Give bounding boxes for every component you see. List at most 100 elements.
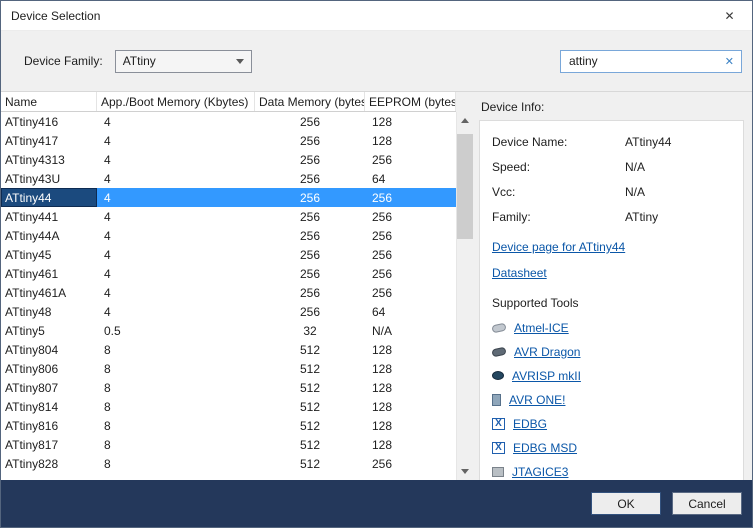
device-family-value: ATtiny: [122, 54, 156, 68]
table-row[interactable]: ATtiny48 4 256 64: [1, 302, 456, 321]
supported-tool-link[interactable]: EDBG: [513, 417, 547, 431]
table-row[interactable]: ATtiny814 8 512 128: [1, 397, 456, 416]
device-family-select[interactable]: ATtiny: [114, 49, 252, 73]
device-links: Device page for ATtiny44 Datasheet: [492, 240, 735, 280]
supported-tool-link[interactable]: Atmel-ICE: [514, 321, 569, 335]
table-row[interactable]: ATtiny804 8 512 128: [1, 340, 456, 359]
table-row[interactable]: ATtiny461A 4 256 256: [1, 283, 456, 302]
app-boot-memory-cell: 4: [104, 285, 111, 300]
supported-tool-link[interactable]: AVRISP mkII: [512, 369, 581, 383]
device-info-field-value: N/A: [625, 160, 646, 174]
eeprom-cell: 256: [372, 228, 393, 243]
device-name-cell: ATtiny43U: [5, 171, 61, 186]
scroll-up-button[interactable]: [457, 112, 473, 129]
eeprom-cell: 256: [372, 247, 393, 262]
device-selection-dialog: Device Selection ✕ Device Family: ATtiny…: [0, 0, 753, 528]
device-name-cell: ATtiny48: [5, 304, 52, 319]
table-scrollbar[interactable]: [456, 112, 473, 480]
app-boot-memory-cell: 4: [104, 171, 111, 186]
eeprom-cell: 64: [372, 304, 386, 319]
scroll-down-icon: [461, 469, 469, 474]
eeprom-cell: N/A: [372, 323, 393, 338]
table-row[interactable]: ATtiny43U 4 256 64: [1, 169, 456, 188]
supported-tool-item: JTAGICE3: [492, 464, 735, 479]
table-row[interactable]: ATtiny44A 4 256 256: [1, 226, 456, 245]
cancel-button[interactable]: Cancel: [672, 492, 742, 515]
device-info-field-value: ATtiny44: [625, 135, 672, 149]
scroll-down-button[interactable]: [457, 463, 473, 480]
supported-tool-link[interactable]: AVR Dragon: [514, 345, 580, 359]
data-memory-cell: 512: [299, 361, 321, 376]
app-boot-memory-cell: 4: [104, 152, 111, 167]
device-name-cell: ATtiny45: [5, 247, 52, 262]
app-boot-memory-cell: 8: [104, 361, 111, 376]
column-header[interactable]: EEPROM (bytes): [365, 92, 456, 111]
table-row[interactable]: ATtiny441 4 256 256: [1, 207, 456, 226]
table-row[interactable]: ATtiny45 4 256 256: [1, 245, 456, 264]
scrollbar-thumb[interactable]: [457, 134, 473, 239]
column-header[interactable]: Data Memory (bytes): [255, 92, 365, 111]
data-memory-cell: 256: [299, 171, 321, 186]
device-name-cell: ATtiny804: [5, 342, 59, 357]
table-row[interactable]: ATtiny417 4 256 128: [1, 131, 456, 150]
device-info-title: Device Info:: [481, 100, 545, 114]
ok-button[interactable]: OK: [591, 492, 661, 515]
app-boot-memory-cell: 4: [104, 266, 111, 281]
eeprom-cell: 128: [372, 418, 393, 433]
data-memory-cell: 512: [299, 437, 321, 452]
data-memory-cell: 256: [299, 114, 321, 129]
device-name-cell: ATtiny816: [5, 418, 59, 433]
table-row[interactable]: ATtiny806 8 512 128: [1, 359, 456, 378]
footer: OK Cancel: [1, 480, 752, 527]
supported-tool-link[interactable]: AVR ONE!: [509, 393, 565, 407]
data-memory-cell: 512: [299, 380, 321, 395]
table-row[interactable]: ATtiny828 8 512 256: [1, 454, 456, 473]
eeprom-cell: 256: [372, 456, 393, 471]
column-header[interactable]: Name: [1, 92, 97, 111]
eeprom-cell: 256: [372, 266, 393, 281]
app-boot-memory-cell: 0.5: [104, 323, 121, 338]
supported-tool-link[interactable]: JTAGICE3: [512, 465, 568, 479]
table-row[interactable]: ATtiny44 4 256 256: [1, 188, 456, 207]
device-table: Name App./Boot Memory (Kbytes) Data Memory…: [1, 92, 456, 480]
device-info-fields: Device Name: ATtiny44 Speed: N/A Vcc: N/A Fami…: [492, 135, 735, 224]
table-row[interactable]: ATtiny416 4 256 128: [1, 112, 456, 131]
clear-search-icon[interactable]: ✕: [723, 55, 736, 68]
table-body: ATtiny416 4 256 128 ATtiny417 4 256 128 ATtiny43…: [1, 112, 456, 480]
device-name-cell: ATtiny807: [5, 380, 59, 395]
device-name-cell: ATtiny806: [5, 361, 59, 376]
table-row[interactable]: ATtiny816 8 512 128: [1, 416, 456, 435]
data-memory-cell: 256: [299, 285, 321, 300]
device-name-cell: ATtiny417: [5, 133, 59, 148]
supported-tool-item: AVR Dragon: [491, 344, 735, 359]
chevron-down-icon: [235, 58, 244, 64]
supported-tool-item: EDBG: [492, 416, 735, 431]
table-row[interactable]: ATtiny817 8 512 128: [1, 435, 456, 454]
supported-tool-item: Atmel-ICE: [491, 320, 735, 335]
app-boot-memory-cell: 4: [104, 209, 111, 224]
device-name-cell: ATtiny817: [5, 437, 59, 452]
table-row[interactable]: ATtiny461 4 256 256: [1, 264, 456, 283]
search-box: ✕: [560, 49, 742, 73]
scroll-up-icon: [461, 118, 469, 123]
supported-tool-item: AVRISP mkII: [492, 368, 735, 383]
column-header[interactable]: App./Boot Memory (Kbytes): [97, 92, 255, 111]
eeprom-cell: 128: [372, 399, 393, 414]
app-boot-memory-cell: 4: [104, 304, 111, 319]
device-link[interactable]: Device page for ATtiny44: [492, 240, 625, 254]
supported-tool-item: AVR ONE!: [492, 392, 735, 407]
device-name-cell: ATtiny441: [5, 209, 59, 224]
search-input[interactable]: [569, 54, 723, 68]
device-link[interactable]: Datasheet: [492, 266, 547, 280]
table-row[interactable]: ATtiny807 8 512 128: [1, 378, 456, 397]
table-row[interactable]: ATtiny5 0.5 32 N/A: [1, 321, 456, 340]
app-boot-memory-cell: 8: [104, 456, 111, 471]
table-row[interactable]: ATtiny4313 4 256 256: [1, 150, 456, 169]
device-info-panel: Device Info: Device Name: ATtiny44 Speed: N…: [473, 92, 752, 480]
supported-tool-link[interactable]: EDBG MSD: [513, 441, 577, 455]
app-boot-memory-cell: 8: [104, 418, 111, 433]
data-memory-cell: 512: [299, 456, 321, 471]
toolbar: Device Family: ATtiny ✕: [1, 31, 752, 91]
supported-tools-title: Supported Tools: [492, 296, 579, 310]
close-button[interactable]: ✕: [707, 1, 752, 30]
